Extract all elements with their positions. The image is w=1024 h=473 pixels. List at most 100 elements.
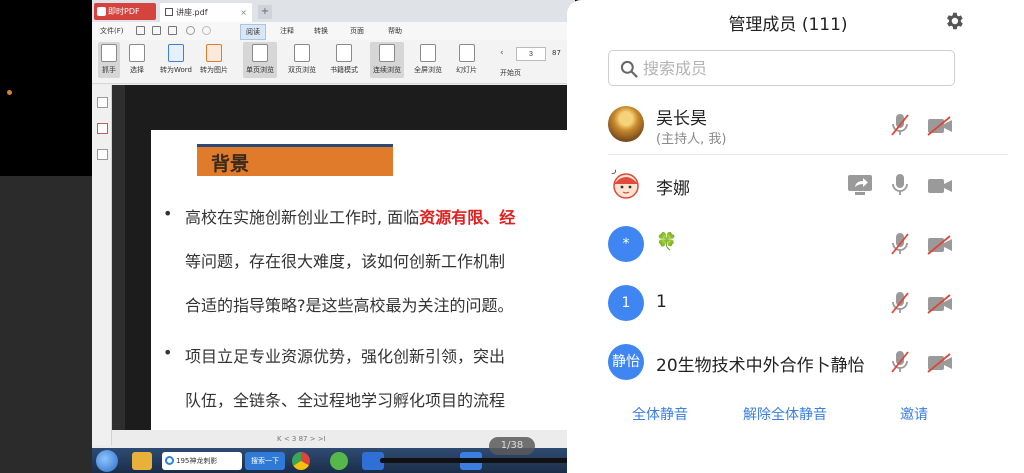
camera-off-icon[interactable] xyxy=(926,234,954,256)
page-nav-status[interactable]: K < 3 87 > >I xyxy=(277,435,326,443)
thumbnail-icon[interactable] xyxy=(97,97,108,108)
page-number-input[interactable] xyxy=(516,47,546,61)
mic-muted-icon[interactable] xyxy=(889,349,911,375)
to-image-button[interactable]: 转为图片 xyxy=(200,44,228,75)
mic-muted-icon[interactable] xyxy=(889,112,911,138)
book-icon xyxy=(336,44,352,62)
close-tab-icon[interactable]: × xyxy=(240,3,247,22)
bullet: • xyxy=(163,343,173,362)
gear-icon[interactable] xyxy=(943,10,965,32)
menu-annotate[interactable]: 注释 xyxy=(280,26,294,36)
menu-page[interactable]: 页面 xyxy=(350,26,364,36)
document-viewer[interactable]: 背景 • 高校在实施创新创业工作时, 面临资源有限、经 等问题，存在很大难度，该… xyxy=(112,85,575,430)
toolbar-label: 书籍模式 xyxy=(330,66,358,74)
camera-off-icon[interactable] xyxy=(926,293,954,315)
print-icon[interactable] xyxy=(152,26,161,35)
prev-page-icon[interactable]: ‹ xyxy=(500,48,504,58)
toolbar-label: 转为图片 xyxy=(200,66,228,74)
outline-icon[interactable] xyxy=(97,149,108,160)
letterbox-bottom xyxy=(0,176,92,473)
save-icon[interactable] xyxy=(168,26,177,35)
mute-all-button[interactable]: 全体静音 xyxy=(632,404,688,424)
continuous-button[interactable]: 连续浏览 xyxy=(370,42,404,78)
app-taskbar-icon[interactable] xyxy=(132,452,152,470)
redo-icon[interactable] xyxy=(202,26,211,35)
toolbar-label: 幻灯片 xyxy=(456,66,477,74)
mic-muted-icon[interactable] xyxy=(889,231,911,257)
member-name: 1 xyxy=(656,292,667,312)
member-row[interactable]: 静怡 20生物技术中外合作卜静怡 xyxy=(567,331,1024,393)
pdf-sidebar xyxy=(92,85,112,445)
app-taskbar-icon[interactable] xyxy=(330,452,348,470)
invite-button[interactable]: 邀请 xyxy=(900,404,928,424)
mic-icon[interactable] xyxy=(889,172,911,198)
cursor-icon xyxy=(129,44,145,62)
book-mode-button[interactable]: 书籍模式 xyxy=(330,44,358,75)
hand-icon xyxy=(101,44,117,62)
avatar xyxy=(608,106,644,142)
document-tab[interactable]: 讲座.pdf × xyxy=(160,3,252,22)
slide-heading: 背景 xyxy=(197,144,393,176)
chrome-icon[interactable] xyxy=(292,452,310,470)
unmute-all-button[interactable]: 解除全体静音 xyxy=(743,404,827,424)
home-icon xyxy=(165,8,173,16)
menu-browse[interactable]: 阅读 xyxy=(240,24,266,40)
continuous-icon xyxy=(379,44,395,62)
member-name: 李娜 xyxy=(656,179,690,199)
bookmark-icon[interactable] xyxy=(97,123,108,134)
toolbar-label: 单页浏览 xyxy=(246,66,274,74)
open-icon[interactable] xyxy=(136,26,145,35)
menu-file[interactable]: 文件(F) xyxy=(100,26,124,36)
first-page-button[interactable]: 开始页 xyxy=(500,68,521,78)
slideshow-icon xyxy=(458,44,475,62)
page-indicator: 1/38 xyxy=(489,437,535,455)
search-task[interactable]: 搜索一下 xyxy=(245,452,285,470)
mic-muted-icon[interactable] xyxy=(889,290,911,316)
cartoon-avatar-icon xyxy=(608,166,644,202)
member-name: 吴长昊 xyxy=(656,109,707,129)
slide-text: 高校在实施创新创业工作时, 面临 xyxy=(185,208,420,227)
new-tab-button[interactable]: + xyxy=(258,5,272,19)
app-menu-tab[interactable]: 即时PDF xyxy=(94,3,156,20)
hand-tool-button[interactable]: 抓手 xyxy=(98,42,120,78)
menu-help[interactable]: 帮助 xyxy=(388,26,402,36)
indicator-dot xyxy=(7,90,12,95)
undo-icon[interactable] xyxy=(186,26,195,35)
member-role: (主持人, 我) xyxy=(656,132,727,147)
search-box[interactable] xyxy=(608,50,955,86)
camera-icon[interactable] xyxy=(926,175,954,197)
start-button[interactable] xyxy=(96,450,118,472)
avatar: 1 xyxy=(608,285,644,321)
screen-share-icon[interactable] xyxy=(847,174,873,196)
search-input[interactable] xyxy=(643,57,943,79)
double-page-icon xyxy=(294,44,310,62)
toolbar-label: 转为Word xyxy=(160,66,192,74)
toolbar: 抓手 选择 转为Word 转为图片 单页浏览 双页浏览 书籍模式 连续浏览 全屏… xyxy=(92,40,575,84)
browser-task[interactable]: 195神龙刺影 xyxy=(162,452,242,470)
member-row[interactable]: 李娜 xyxy=(567,154,1024,216)
pdf-reader-window: 即时PDF 讲座.pdf × + 文件(F) 阅读 注释 转换 页面 帮助 抓手 … xyxy=(92,0,575,448)
member-row[interactable]: * 🍀 xyxy=(567,213,1024,275)
fullscreen-button[interactable]: 全屏浏览 xyxy=(414,44,442,75)
camera-off-icon[interactable] xyxy=(926,352,954,374)
slide-line: 队伍，全链条、全过程地学习孵化项目的流程 xyxy=(185,391,506,410)
camera-off-icon[interactable] xyxy=(926,115,954,137)
word-icon xyxy=(168,44,184,62)
to-word-button[interactable]: 转为Word xyxy=(160,44,192,75)
slideshow-button[interactable]: 幻灯片 xyxy=(456,44,477,75)
menu-convert[interactable]: 转换 xyxy=(314,26,328,36)
app-logo-icon xyxy=(97,7,106,16)
letterbox-top xyxy=(0,0,92,176)
member-row[interactable]: 1 1 xyxy=(567,272,1024,334)
member-name: 🍀 xyxy=(656,232,678,252)
member-panel: 管理成员 (111) 吴长昊 (主持人, 我) xyxy=(567,0,1024,473)
double-page-button[interactable]: 双页浏览 xyxy=(288,44,316,75)
toolbar-label: 抓手 xyxy=(102,66,116,74)
member-row[interactable]: 吴长昊 (主持人, 我) xyxy=(567,94,1024,156)
slide-line: 等问题，存在很大难度，该如何创新工作机制 xyxy=(185,252,506,271)
browser-task-label: 195神龙刺影 xyxy=(176,457,218,465)
app-tab-label: 即时PDF xyxy=(108,7,140,16)
select-tool-button[interactable]: 选择 xyxy=(129,44,145,75)
single-page-button[interactable]: 单页浏览 xyxy=(243,42,277,78)
search-icon xyxy=(620,60,638,78)
